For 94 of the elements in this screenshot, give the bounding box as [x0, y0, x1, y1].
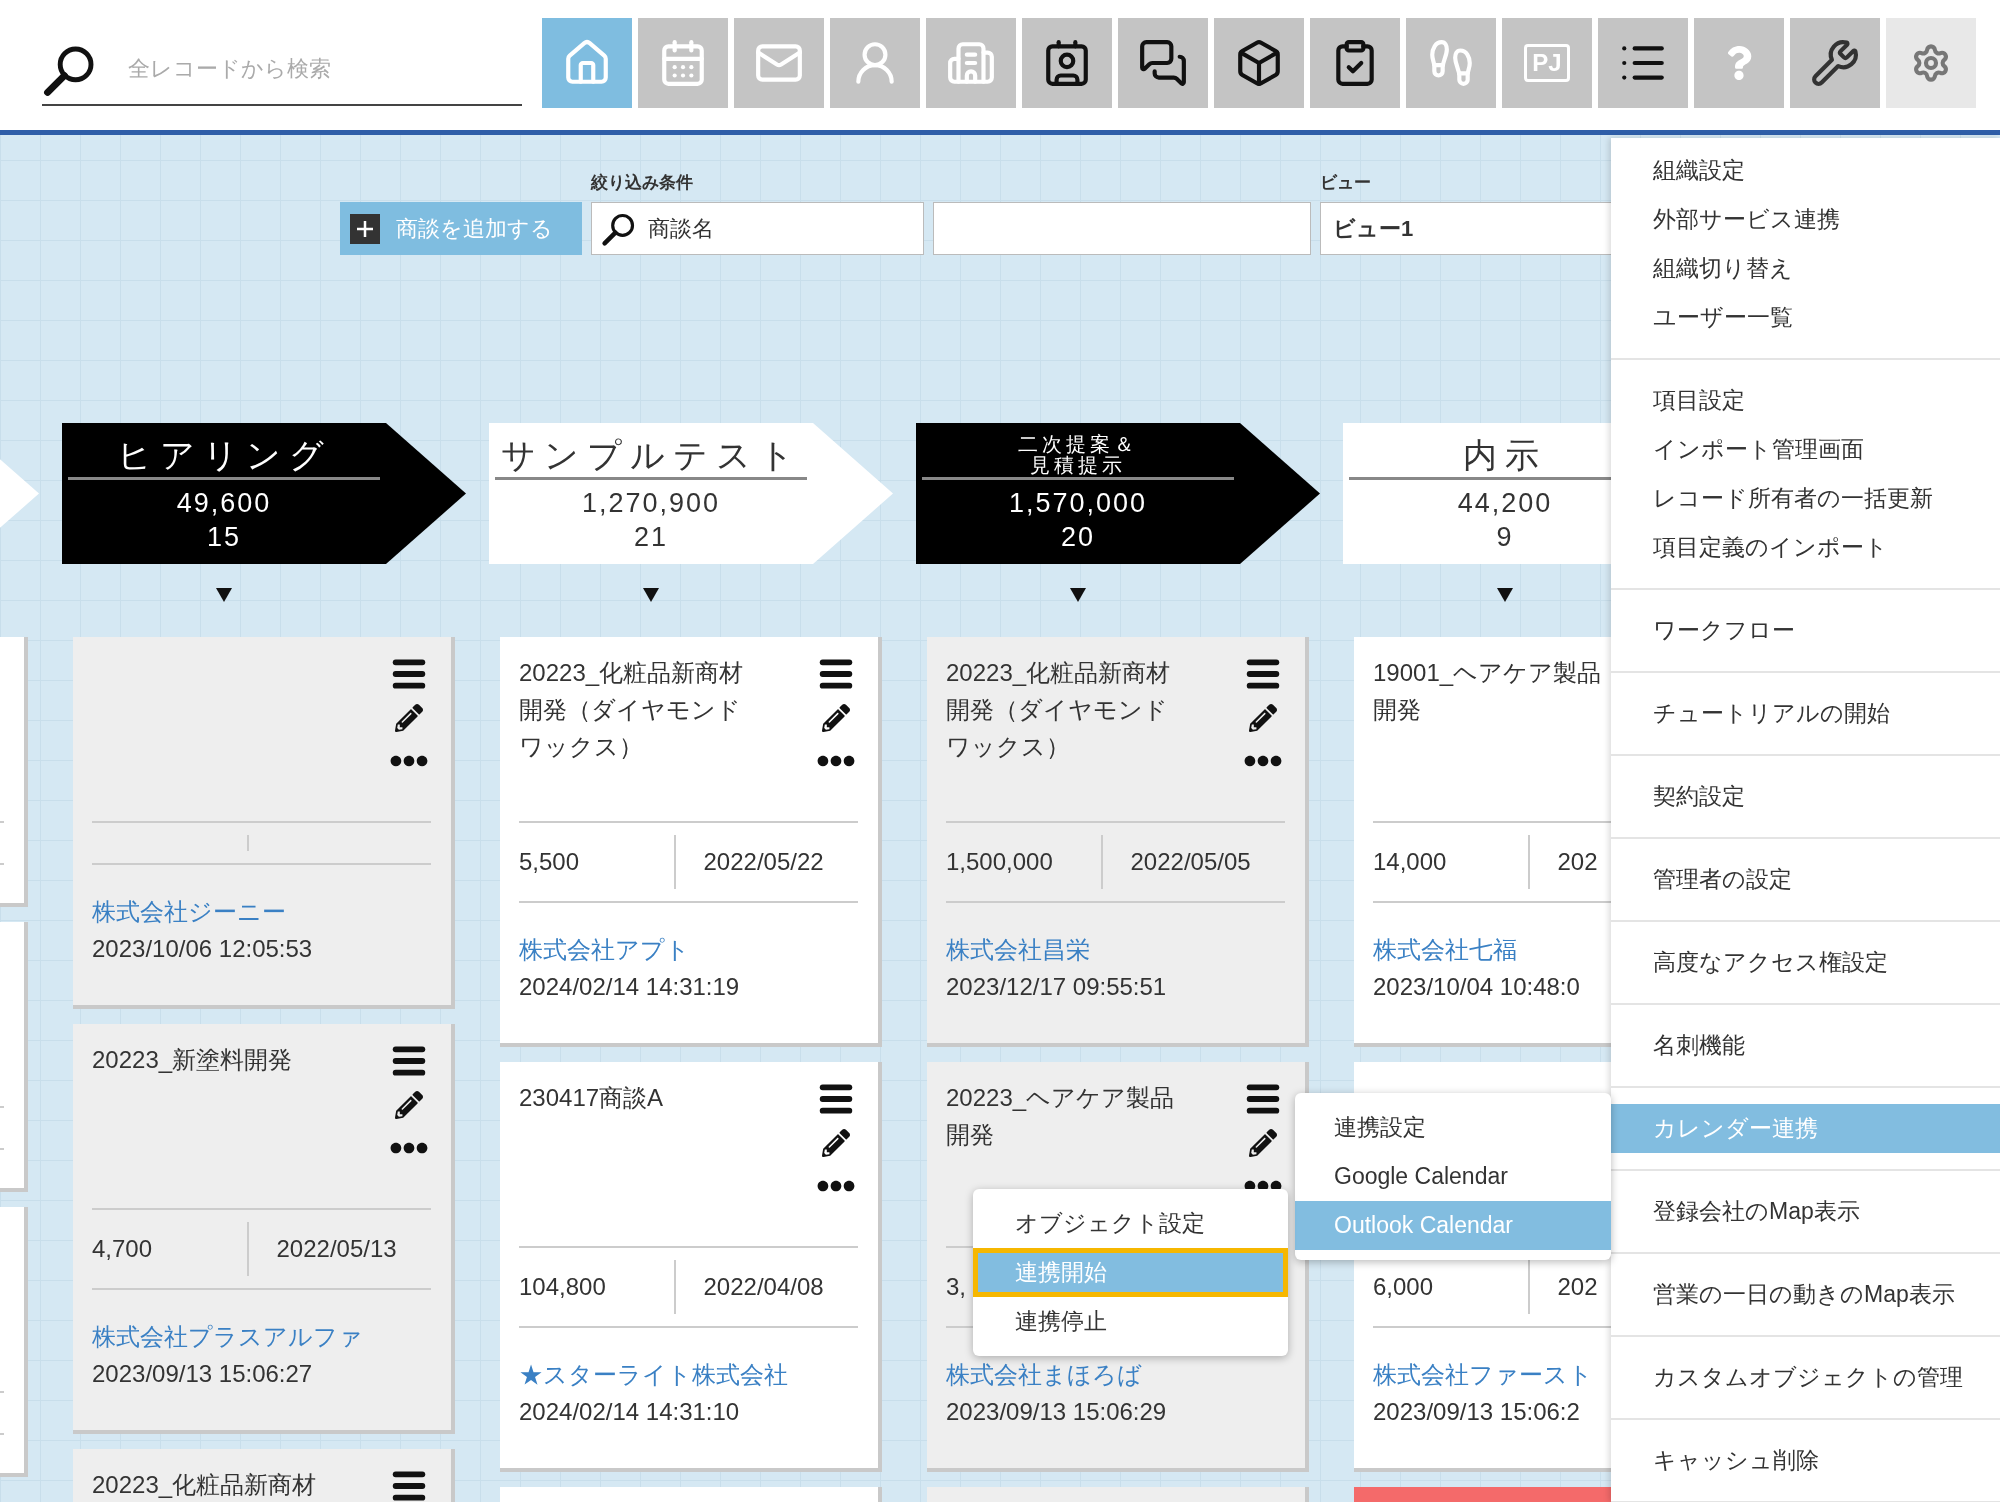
- caret-icon[interactable]: [216, 588, 232, 602]
- chat-icon: [1138, 38, 1188, 88]
- deal-date: 202: [1557, 1273, 1598, 1300]
- menu-item[interactable]: チュートリアルの開始: [1611, 689, 2000, 738]
- stage-count: 15: [206, 521, 241, 554]
- stage-title: サンプルテスト: [500, 435, 802, 476]
- menu-item[interactable]: ワークフロー: [1611, 606, 2000, 655]
- deal-date: 2022/05/05: [1130, 848, 1251, 875]
- stage-amount: 49,600: [176, 487, 272, 520]
- deal-amount: 3,: [946, 1273, 966, 1300]
- menu-item[interactable]: 組織設定: [1611, 146, 2000, 195]
- wrench-icon: [1810, 38, 1860, 88]
- menu-item[interactable]: 項目設定: [1611, 376, 2000, 425]
- updated-time: 2024/02/14 14:31:19: [519, 973, 740, 1000]
- menu-item[interactable]: カスタムオブジェクトの管理: [1611, 1353, 2000, 1402]
- updated-time: 2023/12/17 09:55:51: [946, 973, 1167, 1000]
- company-link[interactable]: 株式会社七福: [1373, 936, 1517, 963]
- company-link[interactable]: 株式会社まほろば: [946, 1361, 1142, 1388]
- deal-title: 19001_ヘアケア製品開発: [1373, 658, 1603, 725]
- deal-amount: 6,000: [1373, 1273, 1434, 1300]
- stage-amount: 1,270,900: [581, 487, 721, 520]
- stage-amount: 44,200: [1457, 487, 1553, 520]
- settings-icon: [1911, 43, 1951, 83]
- company-link[interactable]: 株式会社ファースト: [1373, 1361, 1593, 1388]
- pencil-icon[interactable]: [1249, 1129, 1277, 1157]
- toolbar-label: PJ: [1524, 44, 1570, 82]
- filter-label: 絞り込み条件: [591, 172, 694, 194]
- company-link[interactable]: 株式会社ジーニー: [92, 898, 286, 925]
- menu-item[interactable]: インポート管理画面: [1611, 425, 2000, 474]
- menu-item[interactable]: ユーザー一覧: [1611, 293, 2000, 342]
- menu-item[interactable]: 登録会社のMap表示: [1611, 1187, 2000, 1236]
- toolbar-button[interactable]: [1214, 18, 1304, 108]
- updated-time: 2024/02/14 14:31:10: [519, 1398, 740, 1425]
- stage-title: ヒアリング: [116, 435, 332, 476]
- menu-item[interactable]: 営業の一日の動きのMap表示: [1611, 1270, 2000, 1319]
- deal-title: 20223_ヘアケア製品開発: [946, 1083, 1176, 1150]
- deal-amount: 5,500: [519, 848, 580, 875]
- toolbar-button[interactable]: [1310, 18, 1400, 108]
- stage-amount: 1,570,000: [1008, 487, 1148, 520]
- deal-date: 2022/05/13: [276, 1235, 397, 1262]
- filter-field[interactable]: [933, 202, 1311, 255]
- stage-count: 9: [1496, 521, 1514, 554]
- toolbar-button[interactable]: [1790, 18, 1880, 108]
- menu-item[interactable]: 項目定義のインポート: [1611, 523, 2000, 572]
- deal-title: 230417商談A: [519, 1083, 665, 1113]
- stage-count: 21: [633, 521, 668, 554]
- pencil-icon[interactable]: [822, 704, 850, 732]
- menu-item[interactable]: 契約設定: [1611, 772, 2000, 821]
- pencil-icon[interactable]: [1249, 704, 1277, 732]
- deal-amount: 4,700: [92, 1235, 153, 1262]
- stage-title: 二次提案＆見積提示: [1017, 433, 1139, 477]
- deal-title: 20223_化粧品新商材: [92, 1470, 318, 1500]
- company-link[interactable]: ★スターライト株式会社: [519, 1361, 788, 1388]
- company-link[interactable]: 株式会社プラスアルファ: [92, 1323, 363, 1350]
- deal-title: 20223_化粧品新商材開発（ダイヤモンドワックス）: [946, 658, 1172, 762]
- toolbar-button[interactable]: [1022, 18, 1112, 108]
- deal-amount: 14,000: [1373, 848, 1447, 875]
- menu-item[interactable]: 連携設定: [1295, 1103, 1611, 1152]
- menu-item[interactable]: レコード所有者の一括更新: [1611, 474, 2000, 523]
- deal-amount: 1,500,000: [946, 848, 1053, 875]
- pencil-icon[interactable]: [395, 704, 423, 732]
- deal-amount: 104,800: [519, 1273, 606, 1300]
- deal-name-field[interactable]: 商談名: [591, 202, 924, 255]
- pencil-icon[interactable]: [395, 1091, 423, 1119]
- deal-date: 2022/04/08: [703, 1273, 824, 1300]
- updated-time: 2023/09/13 15:06:2: [1373, 1398, 1580, 1425]
- menu-item[interactable]: 名刺機能: [1611, 1021, 2000, 1070]
- view-label: ビュー: [1320, 172, 1372, 194]
- toolbar-button[interactable]: [1118, 18, 1208, 108]
- menu-item[interactable]: 高度なアクセス権設定: [1611, 938, 2000, 987]
- company-link[interactable]: 株式会社昌栄: [946, 936, 1090, 963]
- updated-time: 2023/09/13 15:06:27: [92, 1360, 313, 1387]
- caret-icon[interactable]: [1070, 588, 1086, 602]
- caret-icon[interactable]: [1497, 588, 1513, 602]
- plus-icon: [350, 213, 380, 244]
- deal-date: 2022/05/22: [703, 848, 824, 875]
- menu-item[interactable]: Google Calendar: [1295, 1152, 1611, 1201]
- menu-item[interactable]: 管理者の設定: [1611, 855, 2000, 904]
- search-field[interactable]: 全レコードから検索: [42, 34, 522, 106]
- deal-title: 20223_化粧品新商材開発（ダイヤモンドワックス）: [519, 658, 745, 762]
- pencil-icon[interactable]: [822, 1129, 850, 1157]
- stage-title: 内示: [1463, 435, 1547, 476]
- deal-date: 202: [1557, 848, 1598, 875]
- menu-item[interactable]: 連携停止: [973, 1297, 1288, 1346]
- deal-title: 20223_新塗料開発: [92, 1045, 294, 1075]
- menu-item[interactable]: キャッシュ削除: [1611, 1436, 2000, 1485]
- stage-count: 20: [1060, 521, 1095, 554]
- updated-time: 2023/10/06 12:05:53: [92, 935, 313, 962]
- company-link[interactable]: 株式会社アプト: [519, 936, 690, 963]
- updated-time: 2023/09/13 15:06:29: [946, 1398, 1167, 1425]
- menu-item[interactable]: オブジェクト設定: [973, 1199, 1288, 1248]
- updated-time: 2023/10/04 10:48:0: [1373, 973, 1580, 1000]
- toolbar-button[interactable]: [1598, 18, 1688, 108]
- caret-icon[interactable]: [643, 588, 659, 602]
